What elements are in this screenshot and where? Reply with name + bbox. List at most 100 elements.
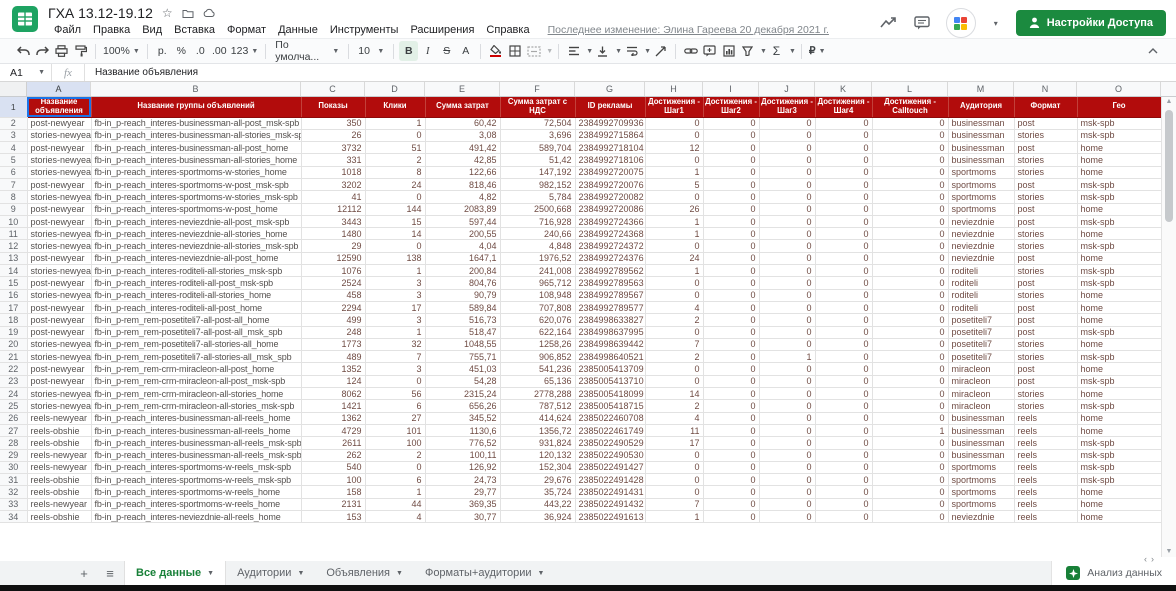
percent-format-button[interactable]: % — [172, 41, 191, 61]
cell-I9[interactable]: 0 — [703, 203, 759, 215]
column-header-J[interactable]: J — [759, 82, 815, 96]
cell-N16[interactable]: stories — [1014, 289, 1077, 301]
cell-N11[interactable]: stories — [1014, 228, 1077, 240]
cell-J13[interactable]: 0 — [759, 252, 815, 264]
cell-K30[interactable]: 0 — [815, 461, 872, 473]
cell-J23[interactable]: 0 — [759, 375, 815, 387]
cell-B25[interactable]: fb-in_p-rem_rem-crm-miracleon-all-storie… — [91, 400, 301, 412]
cell-D32[interactable]: 1 — [365, 486, 425, 498]
cell-I29[interactable]: 0 — [703, 449, 759, 461]
cell-J22[interactable]: 0 — [759, 363, 815, 375]
cell-I4[interactable]: 0 — [703, 142, 759, 154]
cell-D20[interactable]: 32 — [365, 338, 425, 350]
cell-K3[interactable]: 0 — [815, 129, 872, 141]
zoom-select[interactable]: 100%▼ — [101, 41, 142, 61]
cell-L32[interactable]: 0 — [872, 486, 948, 498]
cell-L26[interactable]: 0 — [872, 412, 948, 424]
cell-O20[interactable]: home — [1077, 338, 1161, 350]
cell-E3[interactable]: 3,08 — [425, 129, 500, 141]
cell-B24[interactable]: fb-in_p-rem_rem-crm-miracleon-all-storie… — [91, 388, 301, 400]
cell-A26[interactable]: reels-newyear — [27, 412, 91, 424]
menu-Правка[interactable]: Правка — [87, 23, 136, 37]
cell-G34[interactable]: 2385022491613 — [575, 511, 645, 523]
cell-L19[interactable]: 0 — [872, 326, 948, 338]
cell-O9[interactable]: home — [1077, 203, 1161, 215]
cell-E28[interactable]: 776,52 — [425, 437, 500, 449]
cell-N18[interactable]: post — [1014, 314, 1077, 326]
cell-E32[interactable]: 29,77 — [425, 486, 500, 498]
cell-H31[interactable]: 0 — [645, 474, 703, 486]
row-header-18[interactable]: 18 — [0, 314, 27, 326]
cell-A25[interactable]: stories-newyear — [27, 400, 91, 412]
row-header-27[interactable]: 27 — [0, 424, 27, 436]
cell-B23[interactable]: fb-in_p-rem_rem-crm-miracleon-all-post_m… — [91, 375, 301, 387]
cell-D29[interactable]: 2 — [365, 449, 425, 461]
cell-E4[interactable]: 491,42 — [425, 142, 500, 154]
cell-E17[interactable]: 589,84 — [425, 301, 500, 313]
cell-K24[interactable]: 0 — [815, 388, 872, 400]
cell-D34[interactable]: 4 — [365, 511, 425, 523]
cell-E34[interactable]: 30,77 — [425, 511, 500, 523]
cell-H16[interactable]: 0 — [645, 289, 703, 301]
cell-C7[interactable]: 3202 — [301, 178, 365, 190]
cell-B20[interactable]: fb-in_p-rem_rem-posetiteli7-all-stories-… — [91, 338, 301, 350]
cell-K23[interactable]: 0 — [815, 375, 872, 387]
cell-G22[interactable]: 2385005413709 — [575, 363, 645, 375]
cell-K2[interactable]: 0 — [815, 117, 872, 129]
row-header-9[interactable]: 9 — [0, 203, 27, 215]
row-header-1[interactable]: 1 — [0, 97, 27, 117]
cell-L34[interactable]: 0 — [872, 511, 948, 523]
cell-F12[interactable]: 4,848 — [500, 240, 575, 252]
cell-A10[interactable]: post-newyear — [27, 215, 91, 227]
cell-H2[interactable]: 0 — [645, 117, 703, 129]
cell-B4[interactable]: fb-in_p-reach_interes-businessman-all-po… — [91, 142, 301, 154]
cell-H23[interactable]: 0 — [645, 375, 703, 387]
cell-C29[interactable]: 262 — [301, 449, 365, 461]
cell-N23[interactable]: post — [1014, 375, 1077, 387]
cell-K18[interactable]: 0 — [815, 314, 872, 326]
cell-C15[interactable]: 2524 — [301, 277, 365, 289]
header-cell-colO[interactable]: Гео — [1077, 97, 1161, 117]
cell-B5[interactable]: fb-in_p-reach_interes-businessman-all-st… — [91, 154, 301, 166]
menu-Расширения[interactable]: Расширения — [404, 23, 480, 37]
cell-D15[interactable]: 3 — [365, 277, 425, 289]
bold-button[interactable]: B — [399, 41, 418, 61]
borders-button[interactable] — [505, 41, 524, 61]
cell-M33[interactable]: sportmoms — [948, 498, 1014, 510]
cell-J32[interactable]: 0 — [759, 486, 815, 498]
cell-F27[interactable]: 1356,72 — [500, 424, 575, 436]
cell-K12[interactable]: 0 — [815, 240, 872, 252]
cell-C4[interactable]: 3732 — [301, 142, 365, 154]
cell-G24[interactable]: 2385005418099 — [575, 388, 645, 400]
cell-H28[interactable]: 17 — [645, 437, 703, 449]
cell-N12[interactable]: stories — [1014, 240, 1077, 252]
cell-F11[interactable]: 240,66 — [500, 228, 575, 240]
cell-J9[interactable]: 0 — [759, 203, 815, 215]
cell-E11[interactable]: 200,55 — [425, 228, 500, 240]
cell-L22[interactable]: 0 — [872, 363, 948, 375]
scroll-up-icon[interactable]: ▲ — [1162, 97, 1176, 107]
cell-F9[interactable]: 2500,668 — [500, 203, 575, 215]
cell-H26[interactable]: 4 — [645, 412, 703, 424]
cell-M20[interactable]: posetiteli7 — [948, 338, 1014, 350]
cell-N27[interactable]: reels — [1014, 424, 1077, 436]
cell-F14[interactable]: 241,008 — [500, 265, 575, 277]
row-header-33[interactable]: 33 — [0, 498, 27, 510]
document-title[interactable]: ГХА 13.12-19.12 — [48, 5, 153, 21]
sheet-tab-Аудитории[interactable]: Аудитории▼ — [226, 561, 315, 585]
cell-L20[interactable]: 0 — [872, 338, 948, 350]
cell-A16[interactable]: stories-newyear — [27, 289, 91, 301]
collapse-toolbar-icon[interactable] — [1143, 41, 1162, 61]
row-header-13[interactable]: 13 — [0, 252, 27, 264]
workspace-apps-button[interactable] — [946, 8, 976, 38]
cell-H18[interactable]: 2 — [645, 314, 703, 326]
cell-K5[interactable]: 0 — [815, 154, 872, 166]
cell-N30[interactable]: reels — [1014, 461, 1077, 473]
cell-D5[interactable]: 2 — [365, 154, 425, 166]
cell-J4[interactable]: 0 — [759, 142, 815, 154]
cell-F31[interactable]: 29,676 — [500, 474, 575, 486]
cell-O18[interactable]: home — [1077, 314, 1161, 326]
cell-J15[interactable]: 0 — [759, 277, 815, 289]
cell-K32[interactable]: 0 — [815, 486, 872, 498]
cell-E20[interactable]: 1048,55 — [425, 338, 500, 350]
